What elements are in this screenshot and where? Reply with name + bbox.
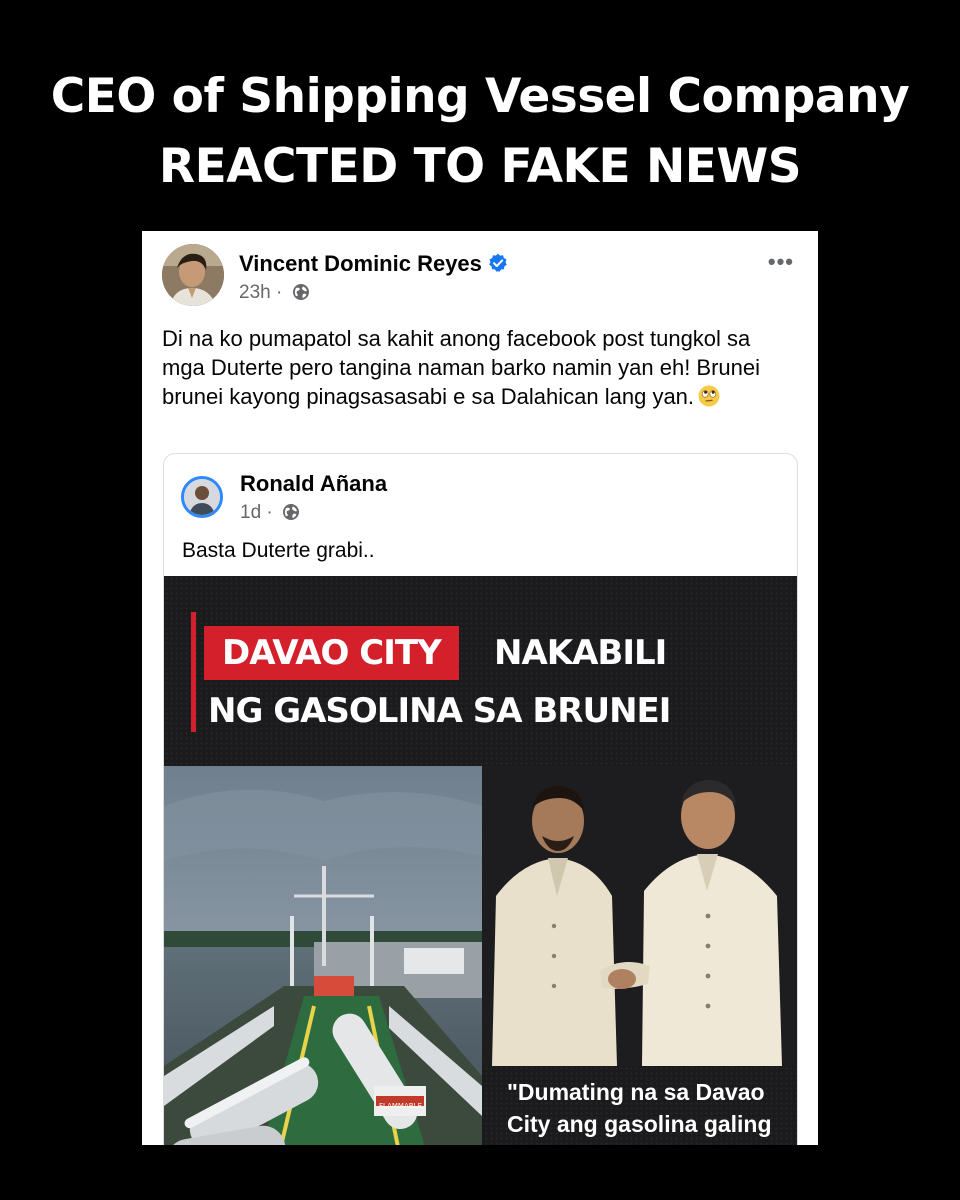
shared-post-meta: 1d ·	[240, 502, 300, 524]
news-headline-line-2: NG GASOLINA SA BRUNEI	[208, 691, 671, 731]
news-headline-line-1: NAKABILI	[494, 633, 667, 673]
rolling-eyes-emoji-icon	[698, 385, 720, 407]
leaders-handshake-photo	[482, 766, 797, 1066]
ferry-photo: FLAMMABLE	[164, 766, 482, 1145]
quote-line-2: City ang gasolina galing	[507, 1111, 772, 1137]
shared-post-time[interactable]: 1d	[240, 502, 261, 523]
author-avatar[interactable]	[162, 244, 224, 306]
author-name-text[interactable]: Vincent Dominic Reyes	[239, 251, 482, 276]
news-graphic[interactable]: DAVAO CITY NAKABILI NG GASOLINA SA BRUNE…	[164, 576, 797, 1145]
shared-post-text: Basta Duterte grabi..	[182, 539, 375, 562]
facebook-post-card: Vincent Dominic Reyes 23h · ••• Di na ko…	[142, 231, 818, 1145]
headline: CEO of Shipping Vessel Company REACTED T…	[0, 62, 960, 202]
quote-line-1: "Dumating na sa Davao	[507, 1079, 765, 1105]
meta-separator: ·	[275, 282, 283, 303]
shared-author-avatar[interactable]	[181, 476, 223, 518]
author-name[interactable]: Vincent Dominic Reyes	[239, 251, 508, 277]
news-quote: "Dumating na sa Davao City ang gasolina …	[507, 1076, 772, 1140]
news-tag: DAVAO CITY	[204, 626, 459, 680]
shared-meta-separator: ·	[266, 502, 273, 523]
shared-post[interactable]: Ronald Añana 1d · Basta Duterte grabi.. …	[163, 453, 798, 1145]
shared-author-name[interactable]: Ronald Añana	[240, 471, 387, 497]
globe-icon	[292, 284, 309, 300]
verified-badge-icon	[489, 253, 507, 272]
more-options-button[interactable]: •••	[768, 249, 794, 275]
post-time[interactable]: 23h	[239, 282, 271, 303]
post-body: Di na ko pumapatol sa kahit anong facebo…	[162, 326, 761, 409]
post-meta: 23h ·	[239, 282, 310, 304]
headline-line-1: CEO of Shipping Vessel Company	[50, 69, 910, 124]
truck-label-text: FLAMMABLE	[379, 1102, 422, 1110]
headline-accent-bar	[191, 612, 196, 732]
globe-icon	[283, 504, 300, 520]
post-text: Di na ko pumapatol sa kahit anong facebo…	[162, 324, 792, 411]
headline-line-2: REACTED TO FAKE NEWS	[158, 139, 802, 194]
